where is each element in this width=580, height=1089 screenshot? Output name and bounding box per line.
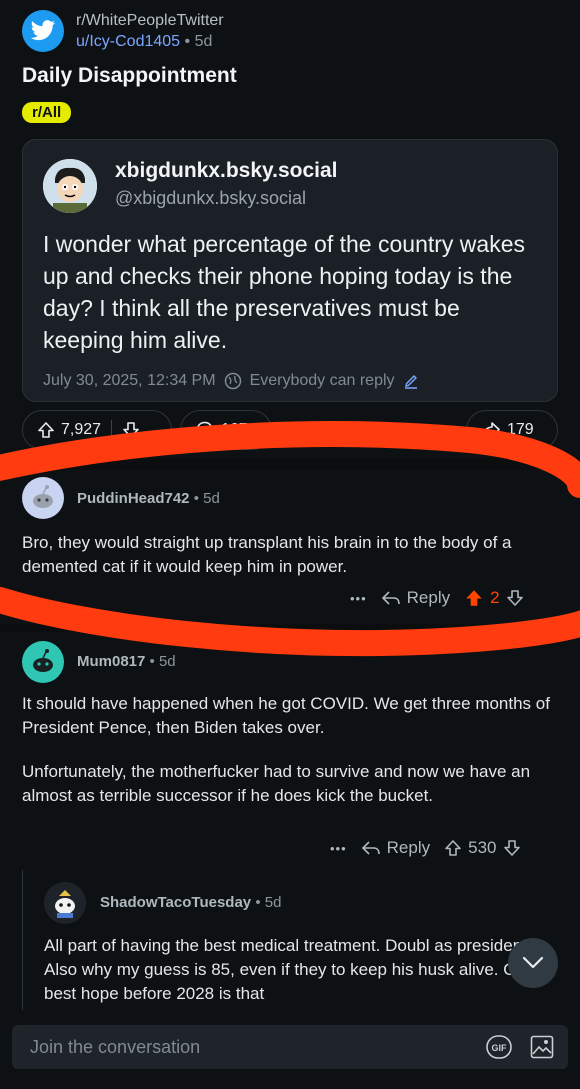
comment-divider <box>0 624 580 632</box>
comment <box>22 477 64 519</box>
scroll-down-button[interactable] <box>508 938 558 988</box>
upvote-icon[interactable] <box>37 421 55 439</box>
thread-line <box>22 870 23 1010</box>
embedded-post-meta: July 30, 2025, 12:34 PM Everybody can re… <box>43 372 419 390</box>
comment-actions: ••• Reply 530 <box>330 838 521 858</box>
share-count: 179 <box>507 421 534 438</box>
comment-bubble-icon <box>196 421 214 439</box>
upvote-icon[interactable] <box>444 839 462 857</box>
reply-button[interactable]: Reply <box>381 588 450 608</box>
downvote-icon[interactable] <box>506 589 524 607</box>
more-options-button[interactable]: ••• <box>330 841 347 856</box>
more-options-button[interactable]: ••• <box>350 591 367 606</box>
reply-arrow-icon <box>381 591 400 605</box>
embedded-post-card[interactable]: xbigdunkx.bsky.social @xbigdunkx.bsky.so… <box>22 139 558 402</box>
comment-body-paragraph: It should have happened when he got COVI… <box>22 694 550 737</box>
comment-age: • 5d <box>149 653 176 670</box>
pencil-icon <box>404 375 417 389</box>
post-title: Daily Disappointment <box>22 64 237 87</box>
vote-divider <box>111 420 113 440</box>
globe-icon <box>224 372 241 390</box>
subreddit-name[interactable]: r/WhitePeopleTwitter <box>76 12 224 30</box>
comment-author-line: PuddinHead742 • 5d <box>77 490 220 507</box>
embedded-author-avatar <box>43 159 97 213</box>
svg-text:GIF: GIF <box>492 1043 508 1053</box>
embedded-post-text: I wonder what percentage of the country … <box>43 231 526 353</box>
downvote-icon[interactable] <box>503 839 521 857</box>
share-button[interactable]: 179 <box>466 410 558 450</box>
vote-pill: 7,927 <box>22 410 172 450</box>
comment-avatar[interactable] <box>22 641 64 683</box>
reply-label: Reply <box>406 588 451 607</box>
snoo-avatar-icon <box>33 485 53 508</box>
comment-author[interactable]: PuddinHead742 <box>77 490 190 507</box>
comment-vote-count: 530 <box>468 838 497 857</box>
comment-body: Bro, they would straight up transplant h… <box>22 533 512 576</box>
cartoon-avatar-icon <box>43 159 97 213</box>
comment-vote-count: 2 <box>490 588 500 607</box>
comment-age: • 5d <box>193 490 220 507</box>
comment-author[interactable]: ShadowTacoTuesday <box>100 894 251 911</box>
comment-vote: 2 <box>464 588 523 608</box>
comment-author-line: ShadowTacoTuesday • 5d <box>100 894 281 911</box>
snoo-avatar-icon <box>55 890 75 918</box>
comments-button[interactable]: 167 <box>180 410 272 450</box>
comment-vote: 530 <box>444 838 520 858</box>
twitter-bird-icon <box>30 20 55 41</box>
reply-arrow-icon <box>361 841 380 855</box>
comment-body: All part of having the best medical trea… <box>44 936 532 1003</box>
downvote-icon[interactable] <box>122 421 140 439</box>
upvote-icon[interactable] <box>464 588 484 608</box>
chevron-down-icon <box>522 956 544 969</box>
comment-author-line: Mum0817 • 5d <box>77 653 176 670</box>
comment-body-paragraph: Unfortunately, the motherfucker had to s… <box>22 762 531 805</box>
post-flair[interactable]: r/All <box>22 102 72 123</box>
subreddit-avatar[interactable] <box>22 10 64 52</box>
comment-author[interactable]: Mum0817 <box>77 653 145 670</box>
comment-age: • 5d <box>255 894 282 911</box>
post-author[interactable]: u/Icy-Cod1405 <box>76 33 180 50</box>
upvote-count: 7,927 <box>61 421 102 438</box>
share-arrow-icon <box>482 422 500 438</box>
section-divider <box>0 458 580 470</box>
embedded-post-date: July 30, 2025, 12:34 PM <box>43 372 216 389</box>
join-conversation-input[interactable]: Join the conversation GIF <box>12 1025 568 1069</box>
post-age: • 5d <box>184 33 213 50</box>
comment-count: 167 <box>221 421 248 438</box>
join-conversation-placeholder: Join the conversation <box>30 1037 201 1057</box>
reply-label: Reply <box>386 838 431 857</box>
comment-avatar[interactable] <box>22 477 64 519</box>
gif-icon[interactable]: GIF <box>486 1035 512 1059</box>
reply-setting: Everybody can reply <box>249 372 395 389</box>
post-author-line: u/Icy-Cod1405 • 5d <box>76 33 212 51</box>
image-icon[interactable] <box>530 1035 554 1059</box>
embedded-author-at: @xbigdunkx.bsky.social <box>115 188 307 208</box>
comment-avatar[interactable] <box>44 882 86 924</box>
comment-actions: ••• Reply 2 <box>350 588 524 608</box>
embedded-author-handle: xbigdunkx.bsky.social <box>115 159 338 182</box>
snoo-avatar-icon <box>33 649 53 672</box>
reply-button[interactable]: Reply <box>361 838 430 858</box>
